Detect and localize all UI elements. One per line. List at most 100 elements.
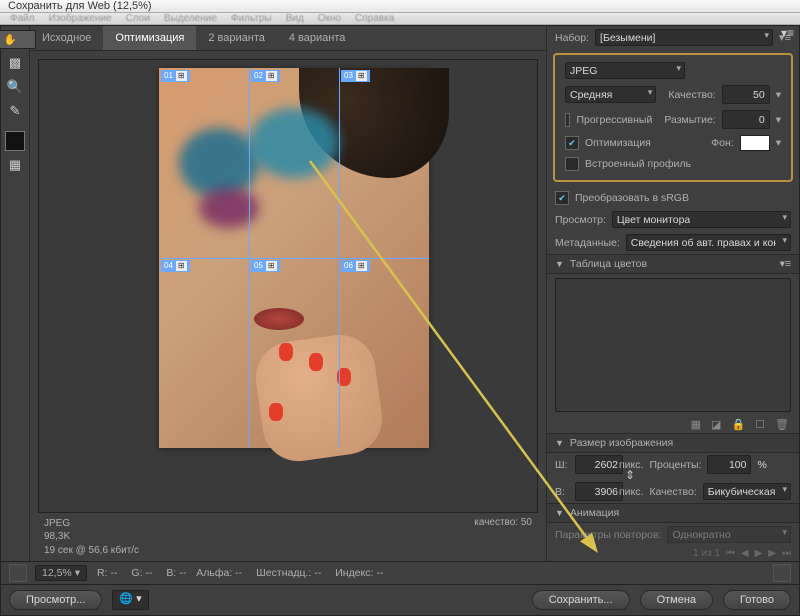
embed-profile-checkbox[interactable]: [565, 157, 579, 171]
zoom-select[interactable]: 12,5% ▾: [35, 565, 87, 581]
blur-input[interactable]: [722, 110, 770, 129]
quality-preset-select[interactable]: Средняя: [565, 86, 656, 103]
slice-badge[interactable]: 02⊞: [251, 70, 280, 82]
color-table-header[interactable]: ▼ Таблица цветов ▾≡: [547, 254, 799, 274]
zoom-tool[interactable]: 🔍: [4, 77, 26, 97]
window-title: Сохранить для Web (12,5%): [8, 0, 152, 12]
menu-item[interactable]: Справка: [355, 13, 394, 24]
hex-readout: Шестнадц.: --: [256, 567, 321, 579]
tab-4up[interactable]: 4 варианта: [277, 26, 358, 50]
eyedropper-color-swatch[interactable]: [5, 131, 25, 151]
slice-badge[interactable]: 04⊞: [161, 260, 190, 272]
g-readout: G: --: [131, 567, 152, 579]
percent-sign: %: [757, 459, 766, 471]
blur-label: Размытие:: [664, 114, 715, 126]
snap-web-icon[interactable]: ▦: [691, 418, 701, 431]
preview-canvas[interactable]: 01⊞ 02⊞ 03⊞ 04⊞ 05⊞ 06⊞: [38, 59, 538, 513]
chevron-down-icon: ▼: [555, 438, 564, 448]
last-frame-icon: ⏭: [782, 548, 791, 559]
save-button[interactable]: Сохранить...: [532, 590, 630, 610]
index-readout: Индекс: --: [335, 567, 383, 579]
preset-label: Набор:: [555, 32, 589, 44]
slice-visibility-toggle[interactable]: ▦: [4, 155, 26, 175]
chevron-down-icon[interactable]: ▾: [776, 114, 781, 126]
flyout-icon[interactable]: ▾≡: [780, 258, 791, 270]
embed-profile-label: Встроенный профиль: [585, 158, 691, 170]
loop-select: Однократно: [667, 526, 791, 543]
button-bar: Просмотр... 🌐 ▾ Сохранить... Отмена Гото…: [1, 584, 799, 615]
done-button[interactable]: Готово: [723, 590, 791, 610]
color-table: [555, 278, 791, 412]
trash-icon[interactable]: 🗑: [775, 418, 789, 431]
shift-web-icon[interactable]: ◪: [711, 418, 721, 431]
optimized-checkbox[interactable]: [565, 136, 579, 150]
preview-image: 01⊞ 02⊞ 03⊞ 04⊞ 05⊞ 06⊞: [159, 68, 429, 448]
slice-badge[interactable]: 05⊞: [251, 260, 280, 272]
next-frame-icon: ▶: [768, 548, 776, 559]
view-tabs: Исходное Оптимизация 2 варианта 4 вариан…: [30, 26, 546, 51]
slice-badge[interactable]: 01⊞: [161, 70, 190, 82]
format-select[interactable]: JPEG: [565, 62, 685, 79]
chevron-down-icon: ▼: [555, 259, 564, 269]
resample-label: Качество:: [649, 486, 696, 498]
quality-label: Качество:: [668, 89, 715, 101]
progressive-checkbox[interactable]: [565, 113, 570, 127]
srgb-label: Преобразовать в sRGB: [575, 192, 689, 204]
slice-badge[interactable]: 03⊞: [341, 70, 370, 82]
animation-header[interactable]: ▼ Анимация: [547, 503, 799, 523]
height-input[interactable]: [575, 482, 623, 501]
quality-input[interactable]: [722, 85, 770, 104]
width-label: Ш:: [555, 459, 569, 471]
slice-select-tool[interactable]: ▩: [4, 53, 26, 73]
tab-2up[interactable]: 2 варианта: [196, 26, 277, 50]
menu-item[interactable]: Изображение: [49, 13, 112, 24]
preview-button[interactable]: Просмотр...: [9, 590, 102, 610]
cancel-button[interactable]: Отмена: [640, 590, 713, 610]
constrain-link-icon[interactable]: ⇕: [625, 468, 635, 482]
new-color-icon[interactable]: ☐: [755, 418, 765, 431]
width-input[interactable]: [575, 455, 623, 474]
tab-optimized[interactable]: Оптимизация: [103, 26, 196, 50]
slice-badge[interactable]: 06⊞: [341, 260, 370, 272]
height-label: В:: [555, 486, 569, 498]
menu-item[interactable]: Файл: [10, 13, 35, 24]
menu-item[interactable]: Вид: [286, 13, 304, 24]
frame-counter: 1 из 1: [693, 548, 720, 559]
browser-preview-select[interactable]: 🌐 ▾: [112, 590, 148, 610]
lock-color-icon[interactable]: 🔒: [731, 418, 745, 431]
r-readout: R: --: [97, 567, 117, 579]
metadata-select[interactable]: Сведения об авт. правах и контакты: [626, 234, 791, 251]
app-menubar: Файл Изображение Слои Выделение Фильтры …: [0, 13, 800, 25]
preview-select[interactable]: Цвет монитора: [612, 211, 791, 228]
alpha-readout: Альфа: --: [196, 567, 242, 579]
menu-item[interactable]: Окно: [318, 13, 341, 24]
menu-item[interactable]: Выделение: [164, 13, 217, 24]
eyedropper-tool[interactable]: ✎: [4, 101, 26, 121]
chevron-down-icon[interactable]: ▾: [776, 89, 781, 101]
resample-select[interactable]: Бикубическая: [703, 483, 791, 500]
chevron-down-icon[interactable]: ▾: [776, 137, 781, 149]
chevron-down-icon: ▼: [555, 508, 564, 518]
image-size-header[interactable]: ▼ Размер изображения: [547, 433, 799, 453]
browser-dither-icon[interactable]: [773, 564, 791, 582]
settings-panel: Набор: [Безымени] ▾≡ JPEG Средняя Качест…: [546, 26, 799, 561]
prev-frame-icon: ◀: [741, 548, 749, 559]
tab-original[interactable]: Исходное: [30, 26, 103, 50]
percent-input[interactable]: [707, 455, 751, 474]
menu-item[interactable]: Слои: [126, 13, 150, 24]
preset-select[interactable]: [Безымени]: [595, 29, 773, 46]
color-blindness-preview-icon[interactable]: [9, 564, 27, 582]
matte-color-swatch[interactable]: [740, 135, 770, 151]
metadata-label: Метаданные:: [555, 237, 620, 249]
menu-item[interactable]: Фильтры: [231, 13, 272, 24]
hand-tool[interactable]: ✋: [0, 30, 36, 49]
optimize-flyout-menu-icon[interactable]: ▾≡: [781, 26, 794, 40]
px-label: пикс.: [619, 486, 643, 498]
percent-label: Проценты:: [649, 459, 701, 471]
progressive-label: Прогрессивный: [576, 114, 652, 126]
loop-label: Параметры повторов:: [555, 529, 661, 541]
status-bar: 12,5% ▾ R: -- G: -- B: -- Альфа: -- Шест…: [1, 561, 799, 584]
quality-readout: качество: 50: [474, 517, 532, 558]
srgb-checkbox[interactable]: [555, 191, 569, 205]
optimize-info: JPEG 98,3K 19 сек @ 56,6 кбит/с: [44, 517, 139, 558]
